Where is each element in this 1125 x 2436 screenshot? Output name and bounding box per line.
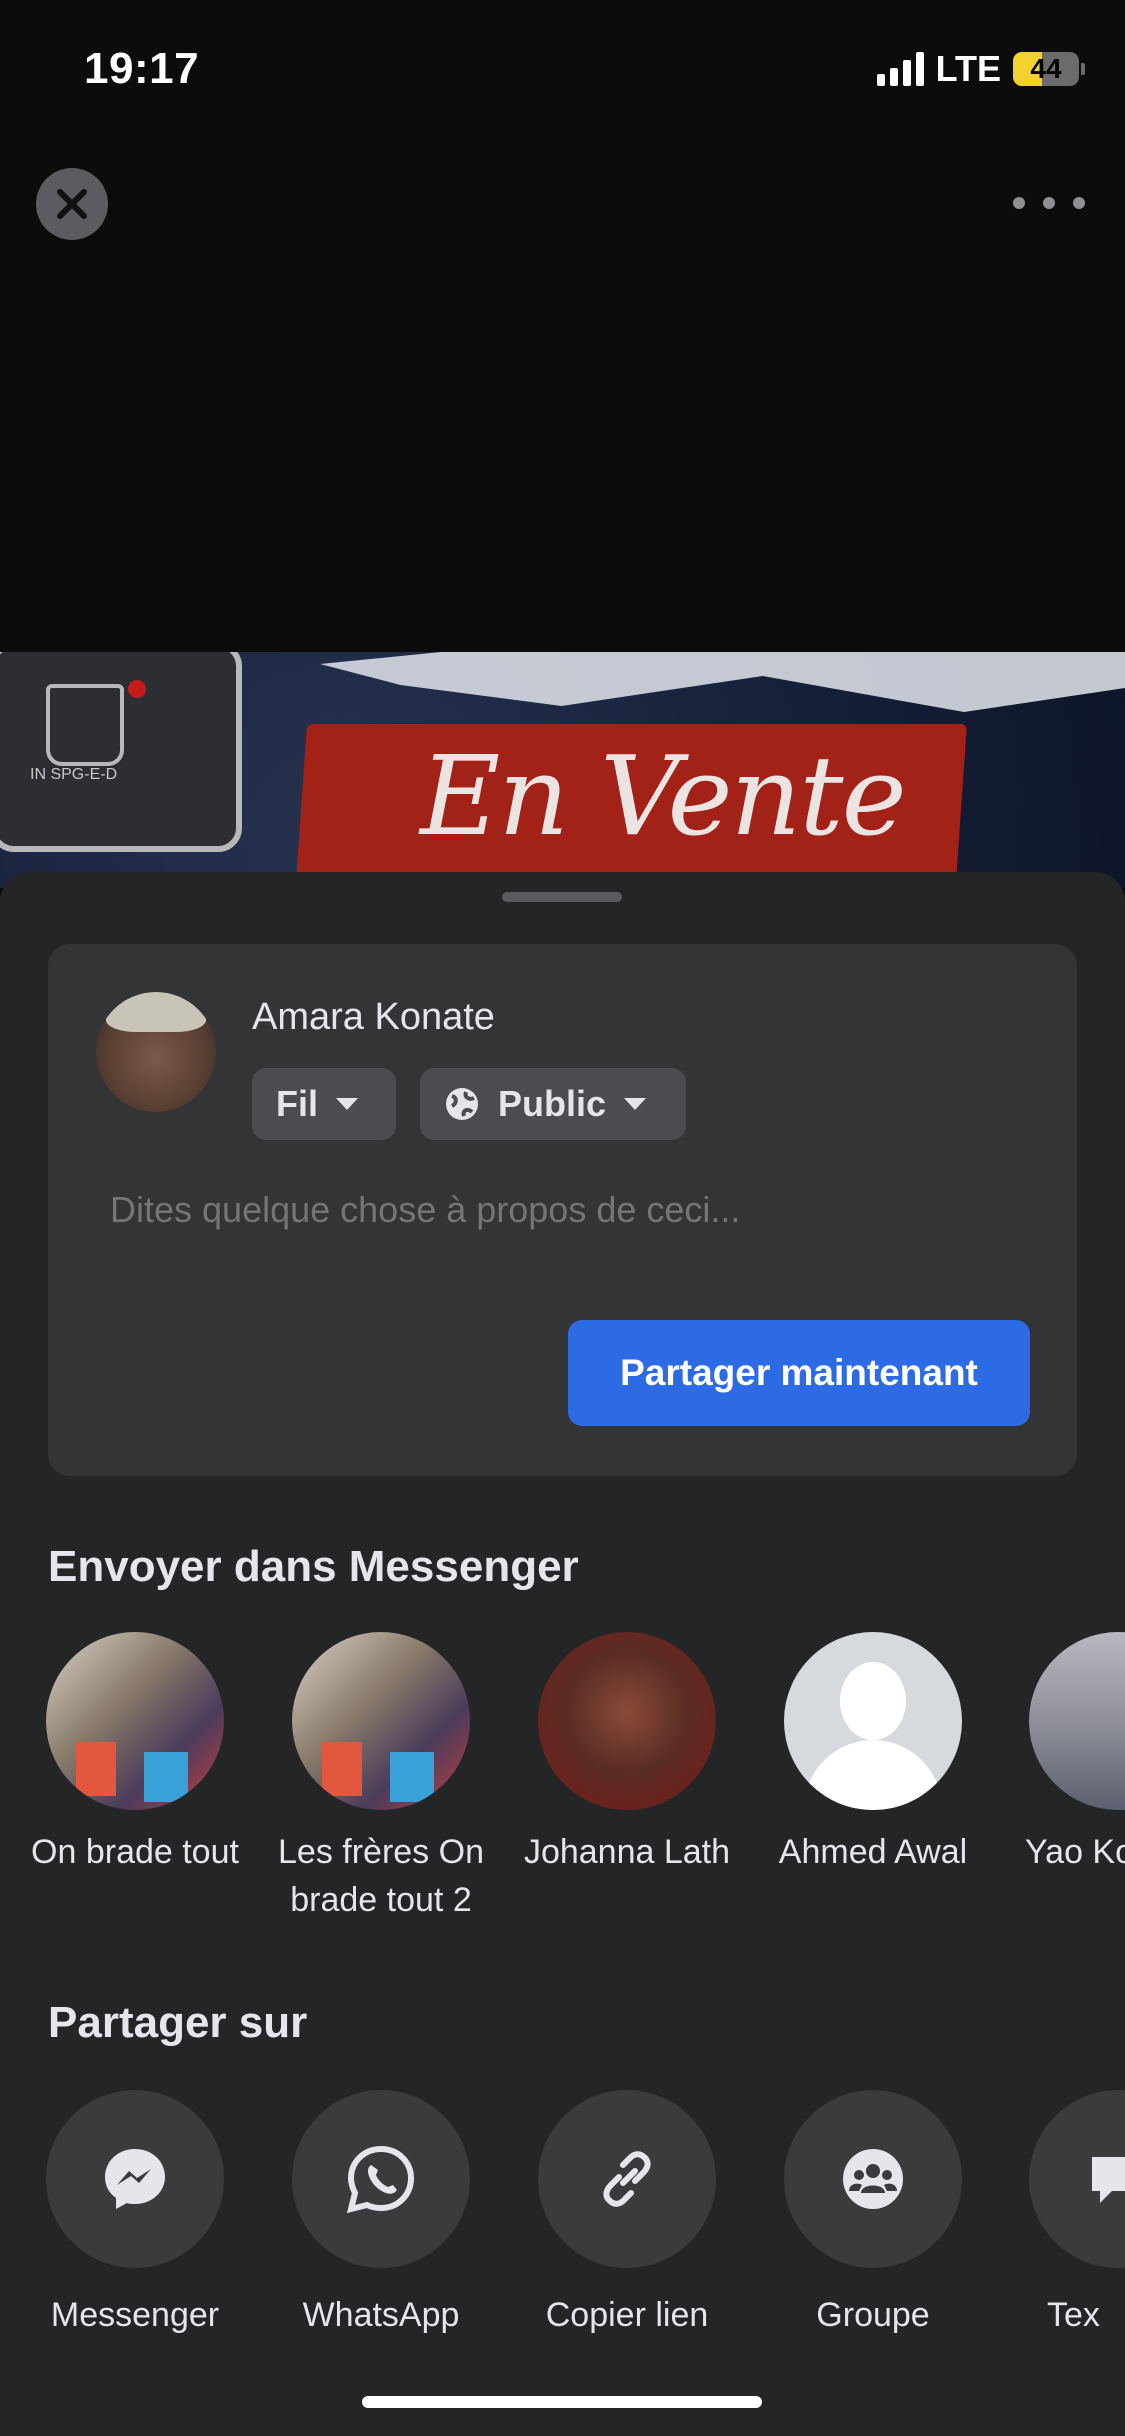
shop-logo: IN SPG-E-D [0, 652, 242, 852]
avatar [1029, 1632, 1125, 1810]
share-option-label: Copier lien [545, 2296, 709, 2334]
logo-text: IN SPG-E-D [30, 766, 118, 783]
sheet-grabber[interactable] [502, 892, 622, 902]
contact-name: Ahmed Awal [778, 1833, 968, 1871]
share-section-title: Partager sur [48, 1998, 308, 2047]
avatar [538, 1632, 716, 1810]
media-splash [320, 652, 1125, 712]
network-label: LTE [935, 48, 1001, 89]
contact-item[interactable]: Yao Ko Kev [999, 1632, 1125, 1876]
post-media-preview[interactable]: En Vente IN SPG-E-D [0, 652, 1125, 888]
contact-name: Yao Ko Kev [1025, 1833, 1125, 1871]
close-button[interactable] [36, 168, 108, 240]
share-option-label: Messenger [50, 2296, 220, 2334]
share-option-label: Tex [1047, 2296, 1100, 2334]
compose-card: Amara Konate Fil Public Partager mainten… [48, 944, 1077, 1476]
privacy-label: Public [498, 1083, 607, 1124]
more-dot [1073, 197, 1085, 209]
contact-name: Johanna Lath [523, 1833, 731, 1871]
home-indicator [362, 2396, 762, 2408]
status-indicators: LTE 44 [876, 48, 1085, 90]
whatsapp-icon [292, 2090, 470, 2268]
more-options-button[interactable] [1013, 180, 1085, 226]
post-caption-input[interactable] [108, 1188, 1012, 1232]
privacy-selector[interactable]: Public [420, 1068, 686, 1140]
messenger-contacts-row: On brade tout Les frères On brade tout 2… [0, 1632, 1125, 1932]
share-option-messenger[interactable]: Messenger [15, 2090, 255, 2335]
caret-down-icon [624, 1098, 647, 1110]
contact-name: On brade tout [31, 1833, 239, 1871]
more-dot [1043, 197, 1055, 209]
signal-icon [876, 52, 924, 86]
avatar [292, 1632, 470, 1810]
contact-item[interactable]: Les frères On brade tout 2 [261, 1632, 501, 1924]
share-option-label: Groupe [816, 2296, 930, 2334]
share-option-copy-link[interactable]: Copier lien [507, 2090, 747, 2335]
messenger-section-title: Envoyer dans Messenger [48, 1542, 579, 1591]
battery-level: 44 [1030, 53, 1062, 84]
logo-dot [128, 680, 146, 698]
contact-item[interactable]: Johanna Lath [507, 1632, 747, 1876]
battery-icon: 44 [1013, 52, 1079, 86]
user-name: Amara Konate [252, 996, 495, 1038]
share-sheet: Amara Konate Fil Public Partager mainten… [0, 872, 1125, 2436]
feed-selector-label: Fil [276, 1083, 318, 1124]
share-option-whatsapp[interactable]: WhatsApp [261, 2090, 501, 2335]
share-options-row: Messenger WhatsApp Copier lien Groupe Te… [0, 2090, 1125, 2350]
share-option-label: WhatsApp [302, 2296, 460, 2334]
more-dot [1013, 197, 1025, 209]
link-icon [538, 2090, 716, 2268]
chat-bubble-icon [1029, 2090, 1125, 2268]
caret-down-icon [336, 1098, 358, 1110]
globe-icon [446, 1088, 478, 1120]
group-icon [784, 2090, 962, 2268]
contact-item[interactable]: Ahmed Awal [753, 1632, 993, 1876]
battery-cap [1081, 63, 1085, 75]
share-option-group[interactable]: Groupe [753, 2090, 993, 2335]
status-time: 19:17 [84, 44, 200, 93]
feed-selector[interactable]: Fil [252, 1068, 396, 1140]
status-bar: 19:17 LTE 44 [0, 0, 1125, 140]
contact-item[interactable]: On brade tout [15, 1632, 255, 1876]
avatar [96, 992, 216, 1112]
media-banner-text: En Vente [420, 732, 907, 860]
share-now-button[interactable]: Partager maintenant [568, 1320, 1030, 1426]
contact-name: Les frères On brade tout 2 [278, 1833, 484, 1919]
messenger-icon [46, 2090, 224, 2268]
avatar [46, 1632, 224, 1810]
shopping-bag-icon [46, 684, 124, 766]
share-option-text[interactable]: Tex [999, 2090, 1125, 2335]
close-icon [57, 189, 87, 219]
avatar [784, 1632, 962, 1810]
